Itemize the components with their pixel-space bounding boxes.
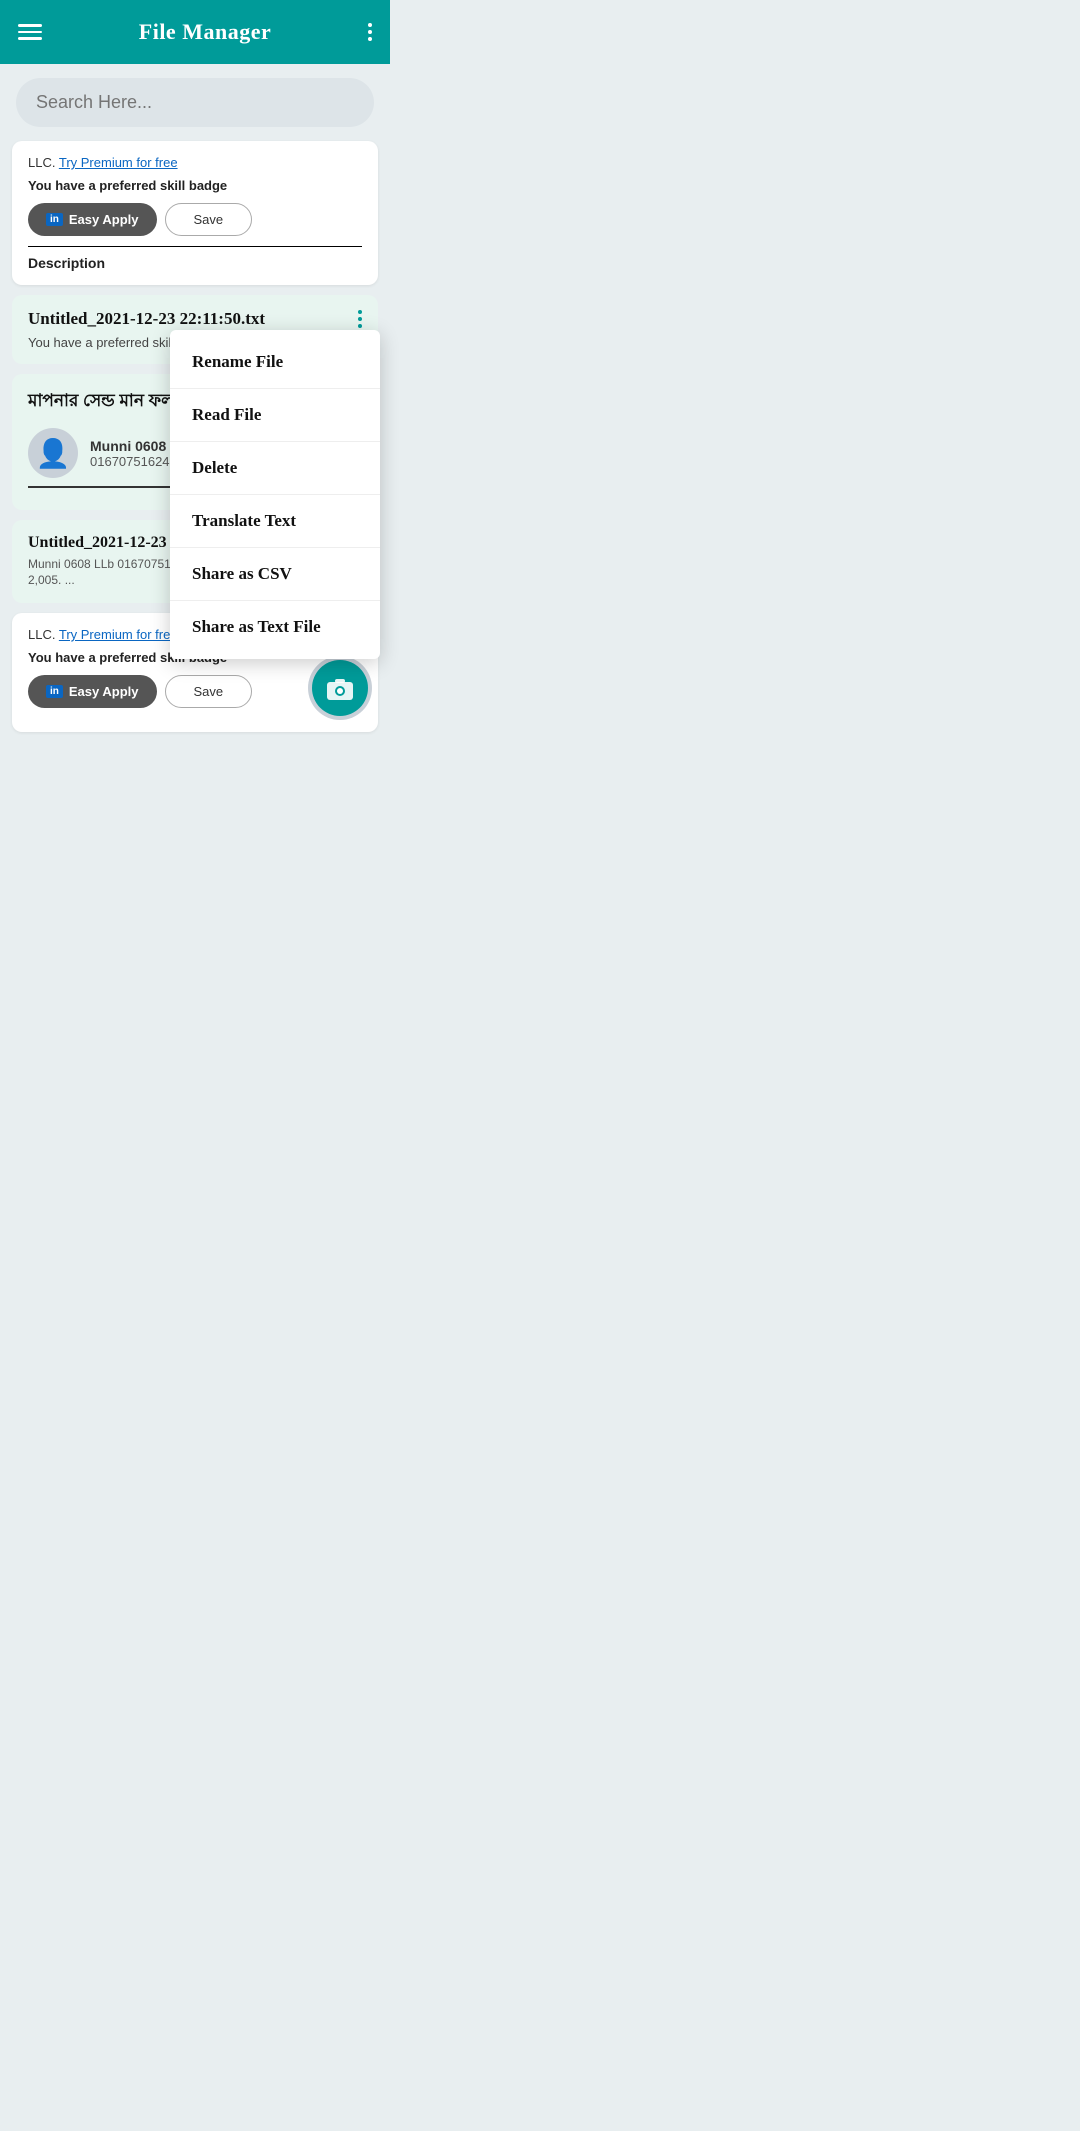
context-menu-item-5[interactable]: Share as Text File [170, 601, 380, 653]
context-menu: Rename FileRead FileDeleteTranslate Text… [170, 330, 380, 659]
app-title: File Manager [139, 19, 271, 45]
premium-link-2[interactable]: Try Premium for free [59, 627, 178, 642]
easy-apply-button-2[interactable]: in Easy Apply [28, 675, 157, 708]
context-menu-item-2[interactable]: Delete [170, 442, 380, 495]
search-container [0, 64, 390, 137]
search-input[interactable] [16, 78, 374, 127]
file-card-header: Untitled_2021-12-23 22:11:50.txt [28, 309, 362, 329]
context-menu-item-1[interactable]: Read File [170, 389, 380, 442]
camera-icon [325, 673, 355, 703]
file-options-button[interactable] [358, 310, 362, 328]
file-name-1: Untitled_2021-12-23 22:11:50.txt [28, 309, 265, 329]
context-menu-item-3[interactable]: Translate Text [170, 495, 380, 548]
app-header: File Manager [0, 0, 390, 64]
linkedin-badge-2: in [46, 685, 63, 698]
linkedin-card-1: LLC. Try Premium for free You have a pre… [12, 141, 378, 285]
description-label: Description [28, 246, 362, 271]
context-menu-item-0[interactable]: Rename File [170, 336, 380, 389]
save-button-2[interactable]: Save [165, 675, 253, 708]
avatar: 👤 [28, 428, 78, 478]
linkedin-badge: in [46, 213, 63, 226]
premium-link[interactable]: Try Premium for free [59, 155, 178, 170]
skill-badge-text: You have a preferred skill badge [28, 178, 362, 193]
header-more-button[interactable] [368, 23, 372, 41]
avatar-icon: 👤 [36, 437, 71, 470]
linkedin-prefix: LLC. Try Premium for free [28, 155, 362, 170]
easy-apply-button[interactable]: in Easy Apply [28, 203, 157, 236]
menu-button[interactable] [18, 24, 42, 40]
save-button[interactable]: Save [165, 203, 253, 236]
linkedin-buttons: in Easy Apply Save [28, 203, 362, 236]
context-menu-item-4[interactable]: Share as CSV [170, 548, 380, 601]
camera-inner [312, 660, 368, 716]
fab-camera-button[interactable] [308, 656, 372, 720]
